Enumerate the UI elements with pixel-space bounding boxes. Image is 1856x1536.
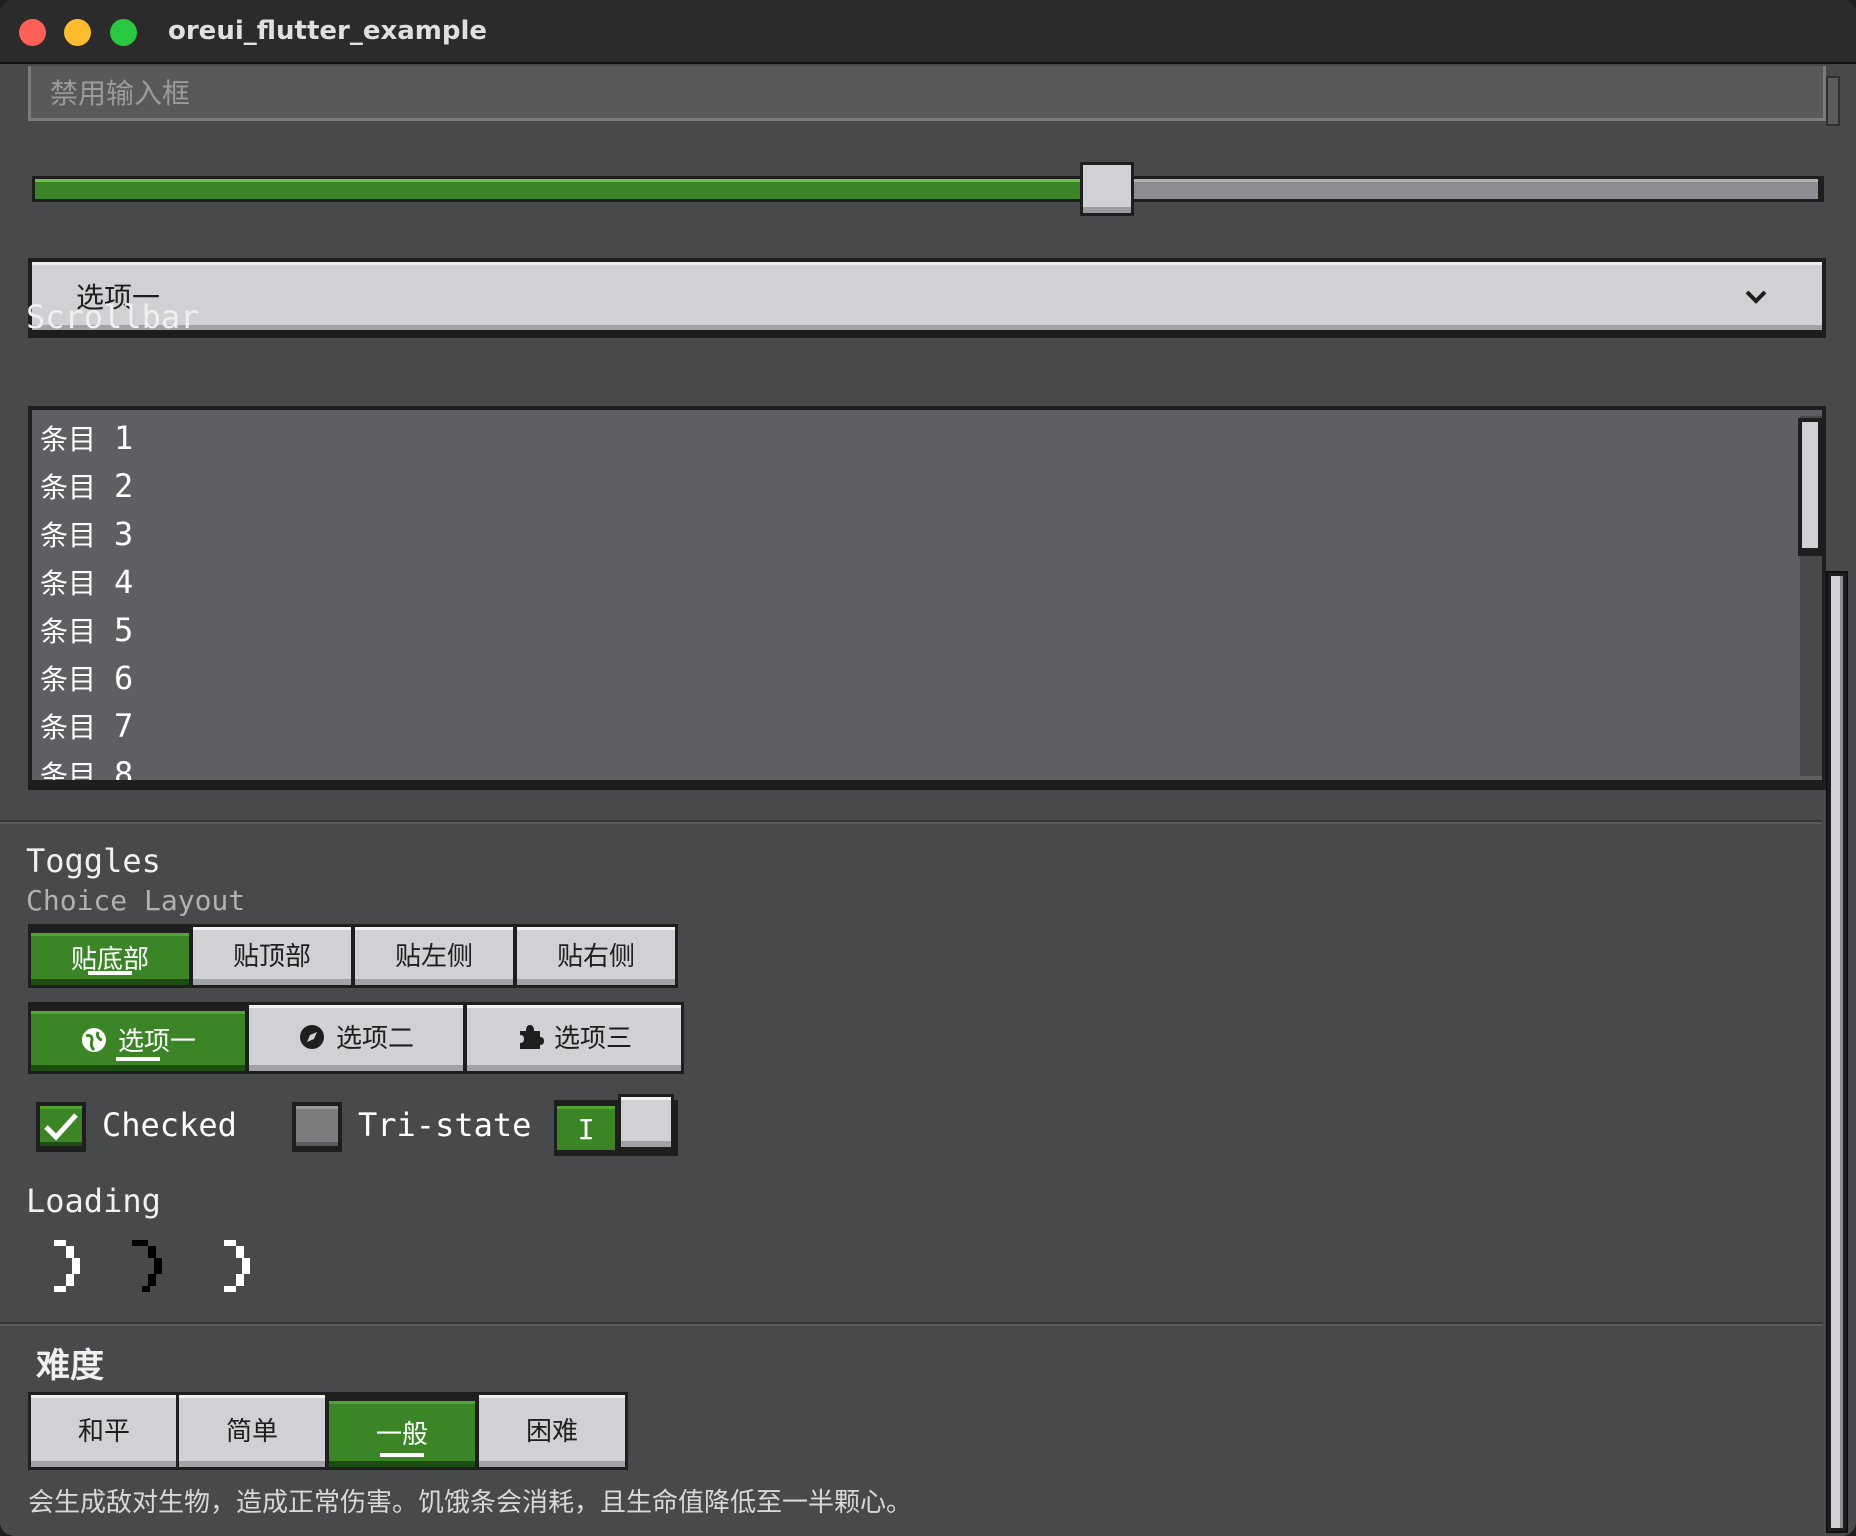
checked-checkbox[interactable] <box>36 1102 86 1152</box>
icon-option-2[interactable]: 选项二 <box>246 1002 466 1074</box>
list-item: 条目 2 <box>40 466 133 506</box>
layout-option-2-label: 贴顶部 <box>232 942 311 972</box>
outer-scrollbar[interactable] <box>1826 571 1848 1533</box>
section-divider <box>0 820 1822 824</box>
close-window-button[interactable] <box>19 19 46 46</box>
spinner-white-1 <box>54 1240 80 1292</box>
title-bar: oreui_flutter_example <box>0 0 1856 64</box>
dropdown-select[interactable]: 选项一 <box>28 258 1826 338</box>
difficulty-option-1[interactable]: 和平 <box>28 1392 180 1470</box>
difficulty-option-3[interactable]: 一般 <box>326 1392 478 1470</box>
list-item: 条目 5 <box>40 610 133 650</box>
layout-option-4[interactable]: 贴右侧 <box>514 924 678 988</box>
difficulty-option-3-label: 一般 <box>375 1420 428 1450</box>
outer-scrollbar-thumb[interactable] <box>1831 576 1843 1528</box>
minimize-window-button[interactable] <box>64 19 91 46</box>
list-item: 条目 3 <box>40 514 133 554</box>
difficulty-option-2[interactable]: 简单 <box>176 1392 328 1470</box>
difficulty-option-4[interactable]: 困难 <box>476 1392 628 1470</box>
loading-spinner-icons <box>54 1240 250 1292</box>
tristate-checkbox[interactable] <box>292 1102 342 1152</box>
list-item: 条目 7 <box>40 706 133 746</box>
list-item: 条目 4 <box>40 562 133 602</box>
checkmark-icon <box>44 1113 78 1141</box>
disabled-input: 禁用输入框 <box>28 66 1826 121</box>
layout-option-1[interactable]: 贴底部 <box>28 924 192 988</box>
compass-icon <box>298 1023 326 1051</box>
slider-fill <box>35 179 1085 199</box>
scrollbar-section-title: Scrollbar <box>26 298 200 336</box>
app-window: oreui_flutter_example 禁用输入框 选项一 Scrollba… <box>0 0 1856 1536</box>
layout-option-4-label: 贴右侧 <box>556 942 635 972</box>
icon-option-3-label: 选项三 <box>553 1024 632 1054</box>
list-item: 条目 1 <box>40 418 133 458</box>
list-item-number: 1 <box>114 419 134 457</box>
list-item-label: 条目 <box>40 471 97 504</box>
difficulty-option-2-label: 简单 <box>225 1417 278 1447</box>
puzzle-icon <box>516 1023 544 1051</box>
spinner-black <box>132 1240 162 1292</box>
chevron-down-icon <box>1744 279 1768 312</box>
list-item-number: 2 <box>114 467 134 505</box>
list-item-number: 4 <box>114 563 134 601</box>
disabled-input-placeholder: 禁用输入框 <box>50 77 191 110</box>
slider-track[interactable] <box>32 176 1824 202</box>
icon-option-2-label: 选项二 <box>335 1024 414 1054</box>
difficulty-option-4-label: 困难 <box>525 1417 578 1447</box>
list-item-label: 条目 <box>40 615 97 648</box>
switch-knob[interactable] <box>618 1094 674 1150</box>
list-item-number: 7 <box>114 707 134 745</box>
list-scrollbar-thumb[interactable] <box>1798 418 1822 556</box>
choice-layout-subtitle: Choice Layout <box>26 884 246 917</box>
list-item-label: 条目 <box>40 567 97 600</box>
list-item-label: 条目 <box>40 519 97 552</box>
slider-remaining <box>1085 179 1818 199</box>
icon-option-3[interactable]: 选项三 <box>464 1002 684 1074</box>
layout-option-3[interactable]: 贴左侧 <box>352 924 516 988</box>
list-item-label: 条目 <box>40 759 97 780</box>
loading-section-title: Loading <box>26 1182 161 1220</box>
icon-option-1[interactable]: 选项一 <box>28 1002 248 1074</box>
zoom-window-button[interactable] <box>110 19 137 46</box>
outer-scrollbar-top <box>1826 76 1840 126</box>
layout-option-2[interactable]: 贴顶部 <box>190 924 354 988</box>
window-title: oreui_flutter_example <box>168 16 488 46</box>
difficulty-title: 难度 <box>36 1346 104 1386</box>
checked-label: Checked <box>102 1106 237 1144</box>
toggle-switch[interactable]: I <box>554 1094 678 1156</box>
list-item: 条目 8 <box>40 754 133 780</box>
scroll-list[interactable]: 条目 1 条目 2 条目 3 条目 4 条目 5 条目 6 条目 7 条目 8 <box>28 406 1826 790</box>
list-item-number: 3 <box>114 515 134 553</box>
list-item-number: 6 <box>114 659 134 697</box>
slider-thumb[interactable] <box>1080 162 1134 216</box>
icon-option-1-label: 选项一 <box>117 1027 196 1057</box>
layout-option-1-label: 贴底部 <box>70 945 149 975</box>
list-item-label: 条目 <box>40 663 97 696</box>
spinner-white-2 <box>224 1240 250 1292</box>
scroll-content: 禁用输入框 选项一 Scrollbar 条目 1 条目 2 条目 3 条目 4 条目 5 条目 6 条目… <box>0 66 1856 1536</box>
list-item-number: 8 <box>114 755 134 780</box>
switch-on-indicator: I <box>557 1106 615 1150</box>
list-item: 条目 6 <box>40 658 133 698</box>
list-item-label: 条目 <box>40 423 97 456</box>
layout-option-3-label: 贴左侧 <box>394 942 473 972</box>
difficulty-description: 会生成敌对生物，造成正常伤害。饥饿条会消耗，且生命值降低至一半颗心。 <box>28 1488 913 1518</box>
tristate-label: Tri-state <box>358 1106 532 1144</box>
list-item-label: 条目 <box>40 711 97 744</box>
globe-icon <box>80 1026 108 1054</box>
list-item-number: 5 <box>114 611 134 649</box>
difficulty-option-1-label: 和平 <box>77 1417 130 1447</box>
section-divider-2 <box>0 1322 1822 1326</box>
toggles-section-title: Toggles <box>26 842 161 880</box>
